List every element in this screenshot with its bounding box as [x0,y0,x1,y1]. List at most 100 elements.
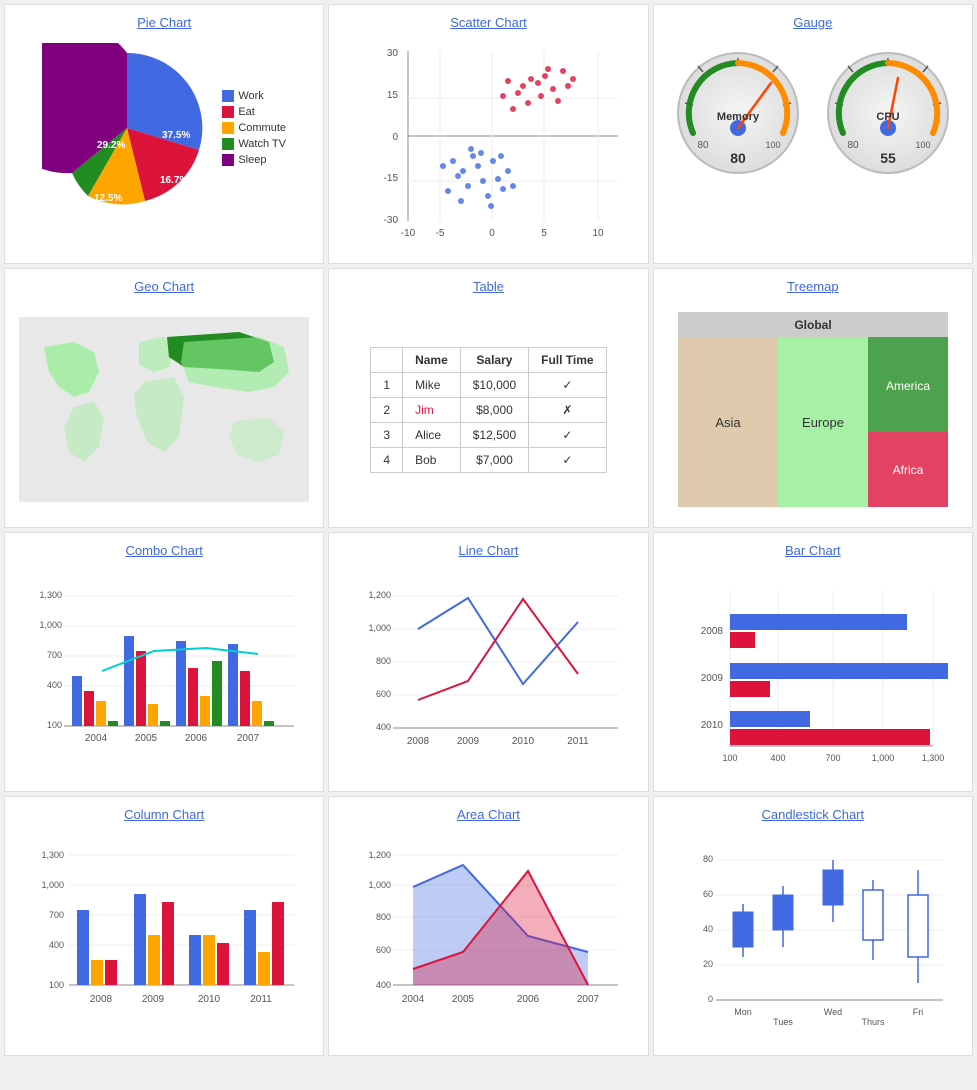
svg-text:37.5%: 37.5% [162,130,190,141]
svg-text:2004: 2004 [402,994,425,1005]
legend-commute: Commute [222,122,286,134]
svg-text:0: 0 [393,132,399,143]
area-chart-title[interactable]: Area Chart [457,807,520,822]
svg-text:80: 80 [847,140,859,151]
svg-text:1,000: 1,000 [40,620,63,630]
candlestick-chart-area: 80 60 40 20 0 Mon Tues [664,830,962,1045]
gauge-chart-title[interactable]: Gauge [793,15,832,30]
svg-text:Wed: Wed [824,1007,842,1017]
svg-text:15: 15 [387,90,399,101]
line-svg: 1,200 1,000 800 600 400 [353,576,623,771]
col-name: Name [403,347,461,372]
svg-text:1,000: 1,000 [872,753,895,763]
data-table: Name Salary Full Time 1 Mike $10,000 ✓ 2… [370,347,606,473]
col-fulltime: Full Time [529,347,606,372]
svg-text:400: 400 [376,980,391,990]
svg-text:16.7%: 16.7% [160,175,188,186]
svg-text:29.2%: 29.2% [97,140,125,151]
combo-chart-title[interactable]: Combo Chart [126,543,203,558]
svg-text:Mon: Mon [734,1007,752,1017]
svg-text:400: 400 [770,753,785,763]
svg-text:700: 700 [825,753,840,763]
svg-text:Africa: Africa [892,463,923,477]
pie-chart-title[interactable]: Pie Chart [137,15,191,30]
svg-text:5: 5 [542,228,548,239]
svg-text:400: 400 [47,680,62,690]
combo-chart-area: 1,300 1,000 700 400 100 [15,566,313,781]
svg-text:2009: 2009 [457,736,480,747]
gauge-container: Memory 80 100 80 CPU 80 100 [673,48,953,178]
svg-text:2010: 2010 [198,994,221,1005]
svg-text:20: 20 [703,959,713,969]
scatter-chart-title[interactable]: Scatter Chart [450,15,527,30]
svg-text:30: 30 [387,48,399,59]
svg-text:2006: 2006 [517,994,540,1005]
column-svg: 1,300 1,000 700 400 100 [29,840,299,1035]
svg-text:40: 40 [703,924,713,934]
bar-chart-cell: Bar Chart 100 400 700 1,000 1,300 2008 2… [653,532,973,792]
svg-text:80: 80 [697,140,709,151]
svg-text:400: 400 [376,722,391,732]
svg-text:0: 0 [490,228,496,239]
svg-text:700: 700 [49,910,64,920]
pie-chart-svg: 29.2% 37.5% 16.7% 12.5% [42,43,212,213]
svg-text:100: 100 [47,720,62,730]
geo-chart-title[interactable]: Geo Chart [134,279,194,294]
svg-text:2008: 2008 [407,736,430,747]
svg-text:1,000: 1,000 [42,880,65,890]
pie-legend: Work Eat Commute Watch TV Sleep [222,90,286,166]
area-svg: 1,200 1,000 800 600 400 [353,840,623,1035]
svg-text:Global: Global [794,318,831,332]
scatter-chart-cell: Scatter Chart 30 15 0 -15 -30 -10 -5 0 5… [328,4,648,264]
svg-text:1,300: 1,300 [40,590,63,600]
svg-text:1,000: 1,000 [369,880,392,890]
svg-text:-5: -5 [436,228,445,239]
legend-eat: Eat [222,106,286,118]
geo-svg [19,317,309,502]
geo-chart-cell: Geo Chart [4,268,324,528]
svg-text:2008: 2008 [90,994,113,1005]
svg-text:400: 400 [49,940,64,950]
svg-text:10: 10 [593,228,605,239]
svg-text:CPU: CPU [876,111,899,123]
line-chart-area: 1,200 1,000 800 600 400 [339,566,637,781]
table-row: 1 Mike $10,000 ✓ [371,372,606,397]
table-area: Name Salary Full Time 1 Mike $10,000 ✓ 2… [339,302,637,517]
svg-text:1,300: 1,300 [42,850,65,860]
candlestick-svg: 80 60 40 20 0 Mon Tues [678,840,948,1035]
line-chart-title[interactable]: Line Chart [459,543,519,558]
svg-text:1,200: 1,200 [369,590,392,600]
svg-text:Memory: Memory [717,111,760,123]
combo-chart-cell: Combo Chart 1,300 1,000 700 400 100 [4,532,324,792]
svg-text:100: 100 [915,140,930,150]
svg-text:600: 600 [376,689,391,699]
svg-text:55: 55 [880,150,896,166]
svg-text:80: 80 [703,854,713,864]
svg-text:2011: 2011 [250,994,272,1005]
treemap-chart-cell: Treemap Global Asia Europe America Afric… [653,268,973,528]
combo-svg: 1,300 1,000 700 400 100 [24,576,304,771]
treemap-chart-title[interactable]: Treemap [787,279,839,294]
bar-chart-title[interactable]: Bar Chart [785,543,841,558]
area-chart-area: 1,200 1,000 800 600 400 [339,830,637,1045]
geo-chart-area [15,302,313,517]
svg-text:100: 100 [765,140,780,150]
svg-text:600: 600 [376,945,391,955]
svg-text:80: 80 [730,150,746,166]
svg-text:2004: 2004 [85,733,108,744]
candlestick-chart-title[interactable]: Candlestick Chart [762,807,865,822]
column-chart-area: 1,300 1,000 700 400 100 [15,830,313,1045]
scatter-svg: 30 15 0 -15 -30 -10 -5 0 5 10 [353,41,623,251]
col-num [371,347,403,372]
svg-text:2010: 2010 [701,720,724,731]
table-chart-title[interactable]: Table [473,279,504,294]
svg-text:1,000: 1,000 [369,623,392,633]
svg-text:Asia: Asia [715,415,741,430]
svg-text:-15: -15 [384,173,399,184]
svg-text:1,300: 1,300 [922,753,945,763]
scatter-chart-area: 30 15 0 -15 -30 -10 -5 0 5 10 [339,38,637,253]
svg-text:2005: 2005 [452,994,475,1005]
treemap-svg: Global Asia Europe America Africa [678,312,948,507]
column-chart-title[interactable]: Column Chart [124,807,204,822]
svg-text:Thurs: Thurs [861,1017,885,1027]
